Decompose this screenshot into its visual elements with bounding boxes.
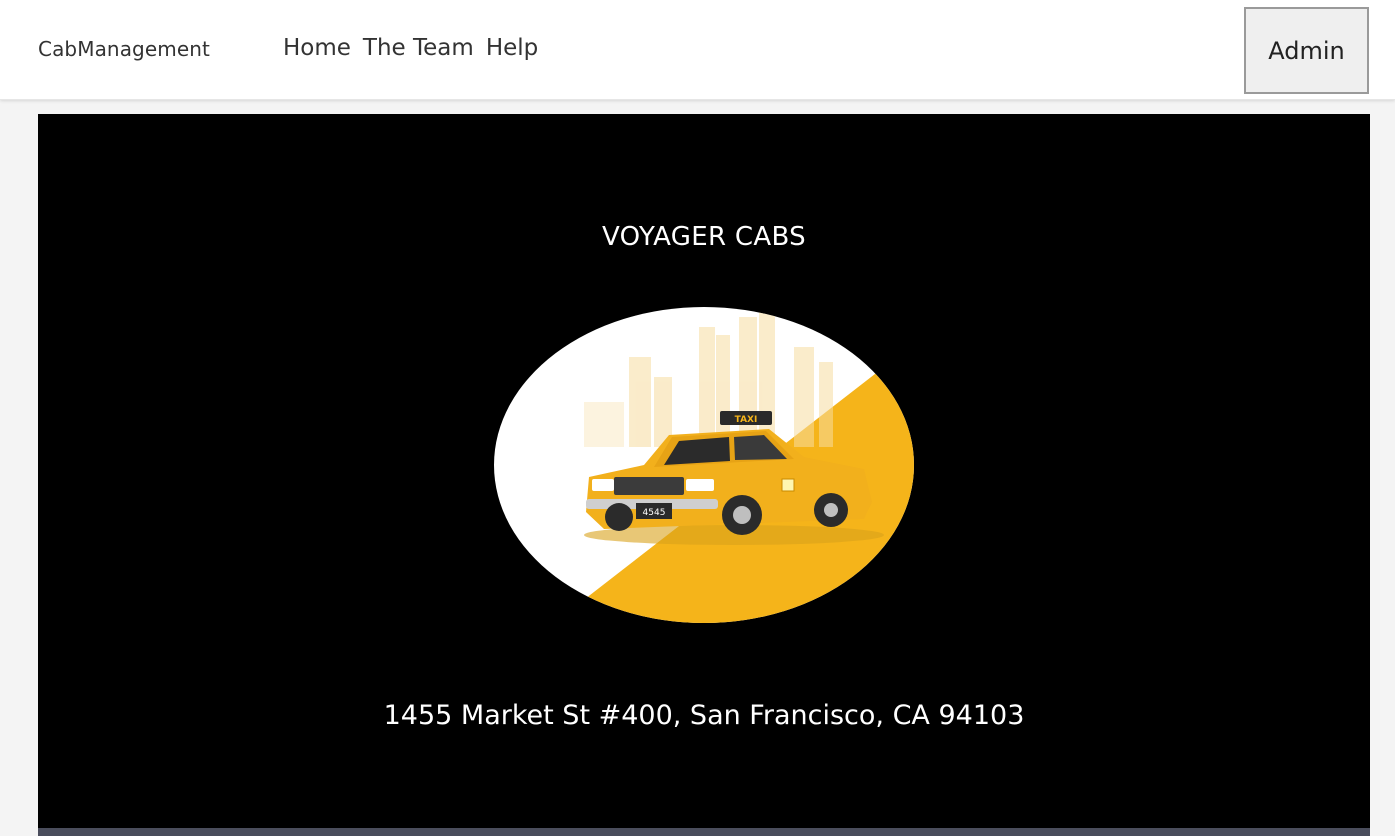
roof-sign-text: TAXI — [735, 415, 758, 425]
bottom-divider — [38, 828, 1370, 836]
nav-links: Home The Team Help — [283, 35, 538, 61]
brand-link[interactable]: CabManagement — [38, 37, 210, 61]
admin-button[interactable]: Admin — [1244, 7, 1369, 94]
top-navbar: CabManagement Home The Team Help Admin — [0, 0, 1395, 100]
nav-link-home[interactable]: Home — [283, 35, 351, 61]
nav-link-help[interactable]: Help — [486, 35, 538, 61]
hero-title: VOYAGER CABS — [602, 222, 806, 252]
city-skyline — [584, 312, 833, 447]
license-plate-text: 4545 — [643, 508, 666, 518]
taxi-logo-image: 4545 TAXI — [494, 307, 914, 623]
nav-link-the-team[interactable]: The Team — [363, 35, 474, 61]
address-text: 1455 Market St #400, San Francisco, CA 9… — [383, 700, 1025, 731]
taxi-illustration: 4545 TAXI — [554, 312, 914, 623]
hero-section: VOYAGER CABS 4545 TAXI 1455 Market St #4… — [38, 114, 1370, 836]
